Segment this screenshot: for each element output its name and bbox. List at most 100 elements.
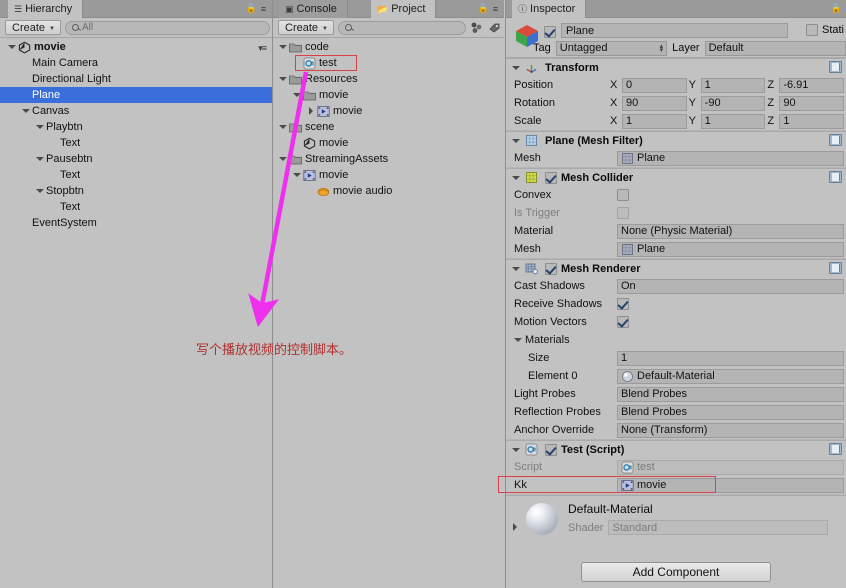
inspector-tab-tools[interactable]: 🔒	[831, 3, 842, 14]
foldout-arrow-down[interactable]	[279, 43, 288, 52]
vector3-z-input[interactable]: -6.91	[779, 77, 845, 93]
field-text-input[interactable]: 1	[617, 350, 844, 366]
project-tab-tools[interactable]: 🔒 ≡	[478, 3, 498, 14]
vector3-x-input[interactable]: 90	[622, 95, 687, 111]
hierarchy-create-button[interactable]: Create ▼	[5, 20, 61, 35]
vector3-y-input[interactable]: 1	[700, 77, 766, 93]
vector3-z-input[interactable]: 1	[779, 113, 845, 129]
foldout-arrow-down[interactable]	[512, 445, 521, 454]
field-object-reference[interactable]: None (Physic Material)	[617, 223, 844, 239]
static-checkbox[interactable]	[805, 24, 818, 36]
static-flags-control[interactable]: Stati	[805, 24, 844, 36]
help-reference-icon[interactable]	[829, 443, 842, 455]
tag-dropdown[interactable]: Untagged ▴ ▾	[555, 40, 668, 56]
project-item-streamingassets[interactable]: StreamingAssets	[273, 151, 504, 167]
lock-icon[interactable]: 🔒	[246, 3, 257, 14]
panel-menu-icon[interactable]: ≡	[493, 4, 498, 14]
panel-menu-icon[interactable]: ≡	[261, 4, 266, 14]
scene-context-menu-icon[interactable]: ▾≡	[258, 43, 267, 54]
hierarchy-item-plane[interactable]: Plane	[0, 87, 272, 103]
foldout-arrow-down[interactable]	[36, 155, 45, 164]
tab-console[interactable]: ▣ Console	[279, 0, 348, 18]
tab-hierarchy[interactable]: ☰ Hierarchy	[8, 0, 84, 18]
hierarchy-item-main-camera[interactable]: Main Camera	[0, 55, 272, 71]
field-object-reference[interactable]: Plane	[617, 241, 844, 257]
hierarchy-item-text[interactable]: Text	[0, 167, 272, 183]
field-dropdown[interactable]: Blend Probes	[617, 404, 844, 420]
field-object-reference[interactable]: None (Transform)	[617, 422, 844, 438]
component-enabled-checkbox[interactable]	[545, 262, 557, 275]
hierarchy-item-text[interactable]: Text	[0, 135, 272, 151]
field-object-reference[interactable]: Plane	[617, 150, 844, 166]
component-header[interactable]: Transform	[506, 59, 846, 76]
foldout-arrow-down[interactable]	[36, 123, 45, 132]
project-item-movie[interactable]: movie	[273, 87, 504, 103]
tab-project[interactable]: 📂 Project	[371, 0, 437, 18]
field-object-reference[interactable]: Default-Material	[617, 368, 844, 384]
help-reference-icon[interactable]	[829, 262, 842, 274]
foldout-arrow-down[interactable]	[8, 43, 17, 52]
component-header[interactable]: Mesh Renderer	[506, 260, 846, 277]
foldout-arrow-down[interactable]	[279, 75, 288, 84]
foldout-arrow-down[interactable]	[293, 91, 302, 100]
foldout-arrow-right[interactable]	[307, 107, 316, 116]
field-dropdown[interactable]: On	[617, 278, 844, 294]
foldout-arrow-down[interactable]	[279, 123, 288, 132]
vector3-field[interactable]: X 90 Y -90 Z 90	[610, 95, 846, 111]
lock-icon[interactable]: 🔒	[831, 3, 842, 14]
field-checkbox[interactable]	[617, 207, 629, 219]
help-reference-icon[interactable]	[829, 134, 842, 146]
hierarchy-item-pausebtn[interactable]: Pausebtn	[0, 151, 272, 167]
component-enabled-checkbox[interactable]	[545, 443, 557, 456]
field-object-reference[interactable]: test	[617, 459, 844, 475]
foldout-arrow-down[interactable]	[512, 173, 521, 182]
foldout-arrow-down[interactable]	[512, 63, 521, 72]
foldout-arrow-down[interactable]	[512, 136, 521, 145]
component-header[interactable]: Test (Script)	[506, 441, 846, 458]
vector3-y-input[interactable]: -90	[700, 95, 766, 111]
vector3-x-input[interactable]: 1	[622, 113, 687, 129]
hierarchy-item-playbtn[interactable]: Playbtn	[0, 119, 272, 135]
project-create-button[interactable]: Create ▼	[278, 20, 334, 35]
hierarchy-item-canvas[interactable]: Canvas	[0, 103, 272, 119]
help-reference-icon[interactable]	[829, 171, 842, 183]
vector3-z-input[interactable]: 90	[779, 95, 845, 111]
project-search-input[interactable]	[337, 20, 466, 35]
layer-dropdown[interactable]: Default	[704, 40, 846, 56]
project-item-movie[interactable]: movie	[273, 135, 504, 151]
hierarchy-item-movie[interactable]: movie ▾≡	[0, 39, 272, 55]
filter-by-label-icon[interactable]	[488, 21, 502, 35]
vector3-x-input[interactable]: 0	[622, 77, 687, 93]
hierarchy-item-eventsystem[interactable]: EventSystem	[0, 215, 272, 231]
lock-icon[interactable]: 🔒	[478, 3, 489, 14]
project-item-movie[interactable]: movie	[273, 103, 504, 119]
field-object-reference[interactable]: movie	[617, 477, 844, 493]
project-item-movie[interactable]: movie	[273, 167, 504, 183]
material-foldout-arrow[interactable]	[511, 522, 520, 531]
hierarchy-tree[interactable]: movie ▾≡ Main Camera Directional Light Plane…	[0, 39, 272, 588]
foldout-arrow-down[interactable]	[22, 107, 31, 116]
foldout-arrow-down[interactable]	[514, 336, 523, 345]
project-item-scene[interactable]: scene	[273, 119, 504, 135]
field-checkbox[interactable]	[617, 298, 629, 310]
project-item-code[interactable]: code	[273, 39, 504, 55]
component-header[interactable]: Mesh Collider	[506, 169, 846, 186]
field-checkbox[interactable]	[617, 189, 629, 201]
hierarchy-item-stopbtn[interactable]: Stopbtn	[0, 183, 272, 199]
filter-by-type-icon[interactable]	[470, 21, 484, 35]
object-active-checkbox[interactable]	[544, 26, 556, 38]
hierarchy-search-input[interactable]: All	[64, 20, 270, 35]
vector3-field[interactable]: X 0 Y 1 Z -6.91	[610, 77, 846, 93]
project-item-movie-audio[interactable]: movie audio	[273, 183, 504, 199]
hierarchy-item-text[interactable]: Text	[0, 199, 272, 215]
hierarchy-tab-tools[interactable]: 🔒 ≡	[246, 3, 266, 14]
object-name-field[interactable]: Plane	[561, 23, 788, 38]
foldout-arrow-down[interactable]	[293, 171, 302, 180]
vector3-y-input[interactable]: 1	[700, 113, 766, 129]
vector3-field[interactable]: X1Y1Z1	[610, 113, 846, 129]
foldout-arrow-down[interactable]	[36, 187, 45, 196]
help-reference-icon[interactable]	[829, 61, 842, 73]
project-item-test[interactable]: test	[273, 55, 504, 71]
hierarchy-item-directional-light[interactable]: Directional Light	[0, 71, 272, 87]
field-dropdown[interactable]: Blend Probes	[617, 386, 844, 402]
